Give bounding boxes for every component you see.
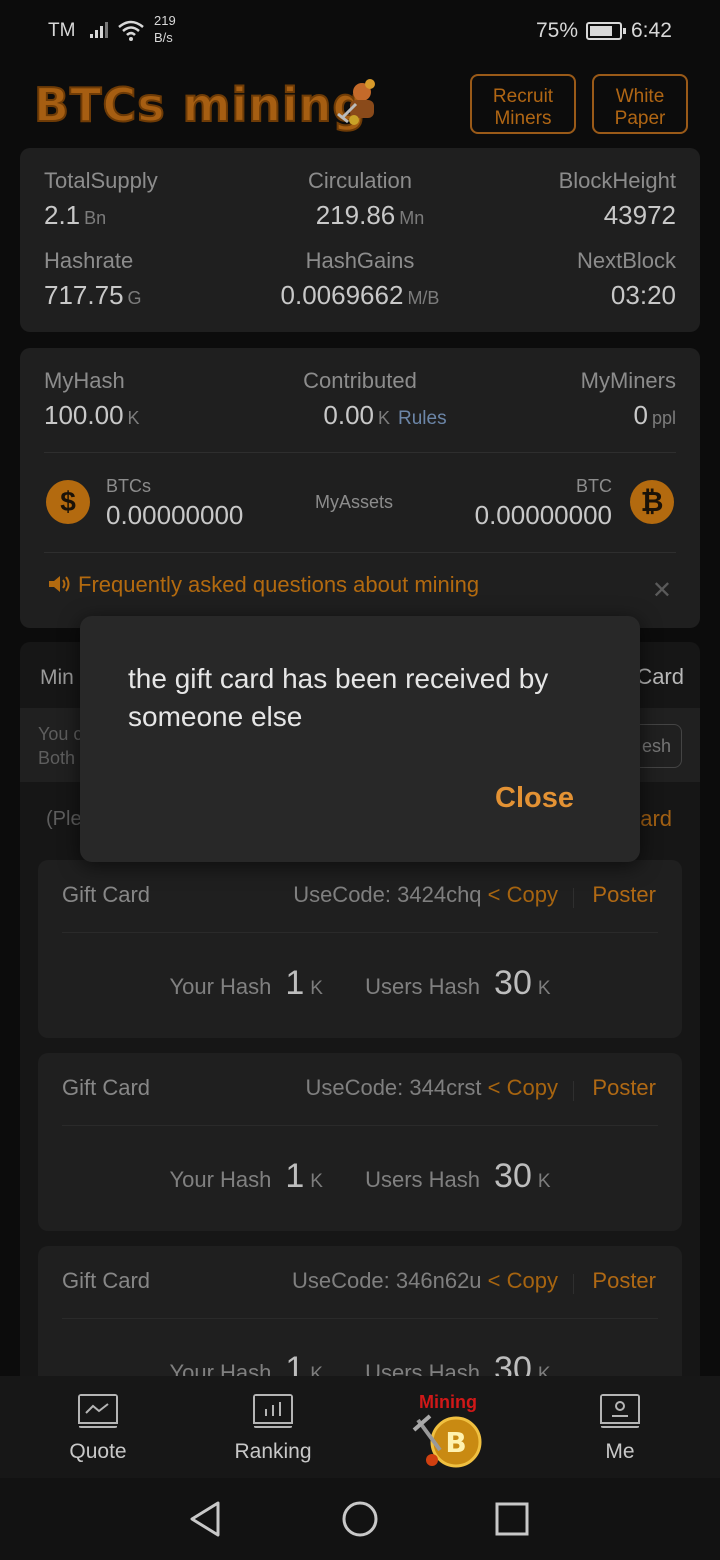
recruit-miners-button[interactable]: Recruit Miners	[470, 74, 576, 134]
dollar-coin-icon: $	[46, 480, 90, 524]
nav-mining[interactable]: B Mining	[410, 1390, 486, 1470]
gift-card-item: Gift Card UseCode: 346n62u < Copy Poster…	[38, 1246, 682, 1388]
btc-label: BTC	[576, 476, 612, 496]
clock: 6:42	[631, 19, 672, 42]
gift-card-item: Gift Card UseCode: 344crst < Copy Poster…	[38, 1053, 682, 1231]
network-speed: 219 B/s	[154, 13, 176, 45]
divider	[573, 1274, 574, 1294]
rules-link[interactable]: Rules	[398, 408, 447, 429]
my-mining-card: MyHash 100.00 K Contributed 0.00 K Rules My…	[20, 348, 700, 628]
gift-card-item: Gift Card UseCode: 3424chq < Copy Poster…	[38, 860, 682, 1038]
use-code: UseCode: 3424chq < Copy	[293, 882, 558, 907]
poster-button[interactable]: Poster	[592, 1268, 656, 1294]
poster-button[interactable]: Poster	[592, 882, 656, 908]
carrier-label: TM	[48, 20, 76, 41]
notice-text: You c Both	[38, 724, 83, 768]
gift-card-title: Gift Card	[62, 882, 151, 907]
hash-gains-stat: HashGains 0.0069662 M/B	[280, 248, 440, 310]
bottom-nav: Quote Ranking B Mining Me	[0, 1376, 720, 1478]
divider	[573, 888, 574, 908]
white-paper-button[interactable]: White Paper	[592, 74, 688, 134]
bar-chart-icon	[253, 1394, 293, 1428]
battery-percent: 75%	[536, 19, 579, 42]
copy-button[interactable]: < Copy	[488, 1075, 558, 1100]
svg-text:B: B	[445, 1426, 466, 1459]
gift-card-title: Gift Card	[62, 1075, 151, 1100]
system-nav-bar	[0, 1478, 720, 1560]
nav-me[interactable]: Me	[560, 1376, 680, 1478]
create-card-link[interactable]: ard	[640, 806, 672, 832]
status-bar: TM 219 B/s 75% 6:42	[0, 0, 720, 62]
use-code: UseCode: 346n62u < Copy	[291, 1268, 558, 1293]
divider	[573, 1081, 574, 1101]
total-supply-stat: TotalSupply 2.1 Bn	[44, 168, 158, 230]
hash-row: Your Hash 1 K Users Hash 30 K	[169, 964, 551, 1002]
nav-quote[interactable]: Quote	[38, 1376, 158, 1478]
dialog-close-button[interactable]: Close	[495, 782, 574, 815]
miner-mascot-icon	[337, 79, 375, 125]
divider	[62, 932, 658, 933]
battery-icon	[586, 22, 626, 40]
my-hash-stat: MyHash 100.00 K	[44, 368, 140, 430]
tab-mining[interactable]: Min	[40, 666, 74, 690]
btcs-label: BTCs	[106, 476, 151, 496]
btcs-balance: 0.00000000	[106, 500, 244, 530]
contributed-stat: Contributed 0.00 K Rules	[303, 368, 447, 430]
chart-line-icon	[78, 1394, 118, 1428]
nav-ranking[interactable]: Ranking	[213, 1376, 333, 1478]
wifi-icon	[118, 20, 144, 41]
copy-button[interactable]: < Copy	[488, 1268, 558, 1293]
btc-balance: 0.00000000	[474, 500, 612, 530]
block-height-stat: BlockHeight 43972	[558, 168, 676, 230]
divider	[62, 1318, 658, 1319]
tab-gift-card[interactable]: Card	[636, 664, 684, 690]
divider	[44, 552, 676, 553]
poster-button[interactable]: Poster	[592, 1075, 656, 1101]
bitcoin-coin-icon: ₿	[630, 480, 674, 524]
profile-icon	[600, 1394, 640, 1428]
use-code: UseCode: 344crst < Copy	[305, 1075, 558, 1100]
faq-link[interactable]: Frequently asked questions about mining	[46, 572, 479, 598]
dialog-message: the gift card has been received by someo…	[128, 663, 549, 732]
speaker-icon	[49, 576, 70, 592]
network-stats-card: TotalSupply 2.1 Bn Circulation 219.86 Mn B…	[20, 148, 700, 332]
copy-button[interactable]: < Copy	[488, 882, 558, 907]
divider	[62, 1125, 658, 1126]
divider	[44, 452, 676, 453]
home-icon[interactable]	[340, 1499, 380, 1539]
hash-row: Your Hash 1 K Users Hash 30 K	[169, 1157, 551, 1195]
circulation-stat: Circulation 219.86 Mn	[308, 168, 425, 230]
back-icon[interactable]	[186, 1499, 226, 1539]
recents-icon[interactable]	[492, 1499, 532, 1539]
signal-icon	[90, 22, 108, 38]
gift-card-title: Gift Card	[62, 1268, 151, 1293]
my-assets-label: MyAssets	[315, 492, 394, 512]
alert-dialog: the gift card has been received by someo…	[80, 616, 640, 862]
sub-note: (Ple	[46, 808, 82, 830]
app-logo: BTCs mining	[33, 77, 367, 133]
hashrate-stat: Hashrate 717.75 G	[44, 248, 142, 310]
my-miners-stat: MyMiners 0 ppl	[580, 368, 676, 430]
next-block-stat: NextBlock 03:20	[576, 248, 676, 310]
close-icon[interactable]: ✕	[652, 576, 672, 605]
